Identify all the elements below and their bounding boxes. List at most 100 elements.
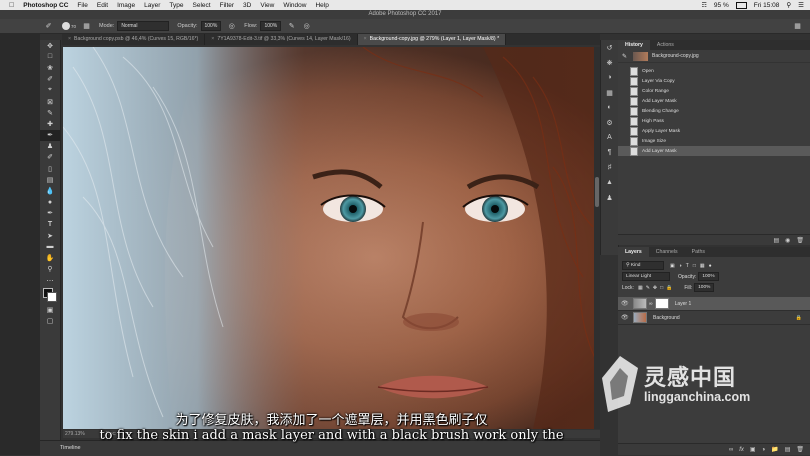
properties-panel-icon[interactable]: ⚙	[601, 115, 618, 130]
filter-adjustment-icon[interactable]: ◑	[679, 263, 682, 269]
path-select-tool-icon[interactable]: ➤	[40, 230, 60, 241]
scrollbar-thumb[interactable]	[595, 177, 599, 207]
history-item[interactable]: High Pass	[618, 116, 810, 126]
lock-transparent-icon[interactable]: ▦	[638, 285, 643, 291]
menu-view[interactable]: View	[260, 2, 274, 9]
frame-tool-icon[interactable]: ⊠	[40, 96, 60, 107]
search-icon[interactable]: ⚲	[786, 1, 791, 9]
close-icon[interactable]: ×	[68, 36, 71, 42]
mode-select[interactable]: Normal	[117, 21, 170, 31]
filter-pixel-icon[interactable]: ▣	[670, 263, 675, 269]
healing-brush-tool-icon[interactable]: ✚	[40, 118, 60, 129]
document-canvas[interactable]	[63, 47, 600, 429]
add-mask-icon[interactable]: ▣	[750, 446, 756, 453]
chain-link-icon[interactable]: ∞	[649, 301, 653, 307]
apple-icon[interactable]: 	[9, 2, 14, 9]
lock-pixels-icon[interactable]: ✎	[646, 285, 650, 291]
tab-background-copy-jpg[interactable]: × Background-copy.jpg @ 279% (Layer 1, La…	[357, 34, 507, 45]
tab-history[interactable]: History	[618, 40, 650, 50]
new-group-icon[interactable]: 📁	[771, 446, 778, 453]
lock-position-icon[interactable]: ✥	[653, 285, 657, 291]
brush-tool-icon[interactable]: ✒	[40, 129, 60, 141]
trash-icon[interactable]: 🗑	[796, 237, 804, 244]
menu-image[interactable]: Image	[117, 2, 135, 9]
history-item[interactable]: Color Range	[618, 86, 810, 96]
new-snapshot-icon[interactable]: ◉	[785, 237, 790, 244]
home-brush-icon[interactable]: ✐	[44, 22, 53, 31]
dodge-tool-icon[interactable]: ●	[40, 197, 60, 208]
brush-panel-icon[interactable]: ▦	[82, 22, 91, 31]
shape-tool-icon[interactable]: ▬	[40, 241, 60, 252]
link-layers-icon[interactable]: ∞	[729, 447, 733, 453]
new-document-from-state-icon[interactable]: ▤	[773, 237, 779, 244]
glyphs-panel-icon[interactable]: ♯	[601, 160, 618, 175]
color-swatches[interactable]	[40, 286, 60, 304]
menu-filter[interactable]: Filter	[220, 2, 234, 9]
menu-list-icon[interactable]: ☰	[798, 1, 804, 9]
menu-type[interactable]: Type	[169, 2, 183, 9]
opacity-input[interactable]: 100%	[200, 21, 222, 31]
clone-source-icon[interactable]: ♟	[601, 190, 618, 205]
color-panel-icon[interactable]: ◑	[601, 70, 618, 85]
blur-tool-icon[interactable]: 💧	[40, 185, 60, 196]
flow-input[interactable]: 100%	[260, 21, 282, 31]
tab-7y1a9378[interactable]: × 7Y1A9378-Edit-3.tif @ 33,3% (Curves 14,…	[205, 34, 358, 45]
tab-paths[interactable]: Paths	[685, 247, 712, 257]
pressure-size-icon[interactable]: ◎	[302, 22, 311, 31]
tab-layers[interactable]: Layers	[618, 247, 649, 257]
history-item[interactable]: Apply Layer Mask	[618, 126, 810, 136]
filter-smart-icon[interactable]: ▦	[700, 263, 705, 269]
swatches-panel-icon[interactable]: ▦	[601, 85, 618, 100]
pen-tool-icon[interactable]: ✒	[40, 208, 60, 219]
clone-stamp-tool-icon[interactable]: ♟	[40, 141, 60, 152]
marquee-tool-icon[interactable]: □	[40, 51, 60, 62]
eye-icon[interactable]: 👁	[621, 300, 631, 307]
blend-mode-select[interactable]: Linear Light	[622, 272, 670, 281]
menu-file[interactable]: File	[77, 2, 87, 9]
menu-3d[interactable]: 3D	[243, 2, 251, 9]
menu-window[interactable]: Window	[283, 2, 306, 9]
menu-layer[interactable]: Layer	[144, 2, 160, 9]
3d-panel-icon[interactable]: ▲	[601, 175, 618, 190]
timeline-label[interactable]: Timeline	[60, 445, 81, 451]
new-layer-icon[interactable]: ▤	[785, 446, 791, 453]
history-item-selected[interactable]: Add Layer Mask	[618, 146, 810, 156]
menu-app-name[interactable]: Photoshop CC	[23, 2, 68, 9]
paragraph-panel-icon[interactable]: ¶	[601, 145, 618, 160]
layer-opacity-input[interactable]: 100%	[698, 272, 719, 281]
eraser-tool-icon[interactable]: ▯	[40, 163, 60, 174]
crop-tool-icon[interactable]: ⌖	[40, 85, 60, 96]
close-icon[interactable]: ×	[211, 36, 214, 42]
tab-background-copy-psb[interactable]: × Background copy.psb @ 46,4% (Curves 15,…	[62, 34, 206, 45]
history-item[interactable]: Add Layer Mask	[618, 96, 810, 106]
eyedropper-tool-icon[interactable]: ✎	[40, 107, 60, 118]
history-panel-icon[interactable]: ↺	[601, 40, 618, 55]
trash-icon[interactable]: 🗑	[796, 446, 804, 453]
close-icon[interactable]: ×	[364, 36, 367, 42]
history-item[interactable]: Image Size	[618, 136, 810, 146]
history-item[interactable]: Blending Change	[618, 106, 810, 116]
brush-settings-icon[interactable]: ❋	[601, 55, 618, 70]
move-tool-icon[interactable]: ✥	[40, 40, 60, 51]
clock[interactable]: Fri 15:08	[754, 2, 780, 9]
adjustment-layer-icon[interactable]: ◑	[762, 447, 766, 453]
menu-help[interactable]: Help	[315, 2, 328, 9]
menu-select[interactable]: Select	[193, 2, 211, 9]
menu-edit[interactable]: Edit	[97, 2, 108, 9]
hand-tool-icon[interactable]: ✋	[40, 253, 60, 264]
type-tool-icon[interactable]: T	[40, 219, 60, 230]
layer-row-background[interactable]: 👁 Background 🔒	[618, 311, 810, 325]
layer-row-layer-1[interactable]: 👁 ∞ Layer 1	[618, 297, 810, 311]
airbrush-icon[interactable]: ✎	[287, 22, 296, 31]
history-brush-tool-icon[interactable]: ✐	[40, 152, 60, 163]
zoom-tool-icon[interactable]: ⚲	[40, 264, 60, 275]
layer-style-icon[interactable]: fx	[739, 447, 744, 453]
lock-artboard-icon[interactable]: □	[660, 285, 663, 291]
fill-input[interactable]: 100%	[694, 283, 715, 292]
history-item[interactable]: Layer Via Copy	[618, 76, 810, 86]
character-panel-icon[interactable]: A	[601, 130, 618, 145]
eye-icon[interactable]: 👁	[621, 314, 631, 321]
pressure-opacity-icon[interactable]: ◎	[227, 22, 236, 31]
adjustments-panel-icon[interactable]: ◐	[601, 100, 618, 115]
filter-shape-icon[interactable]: □	[693, 263, 696, 269]
